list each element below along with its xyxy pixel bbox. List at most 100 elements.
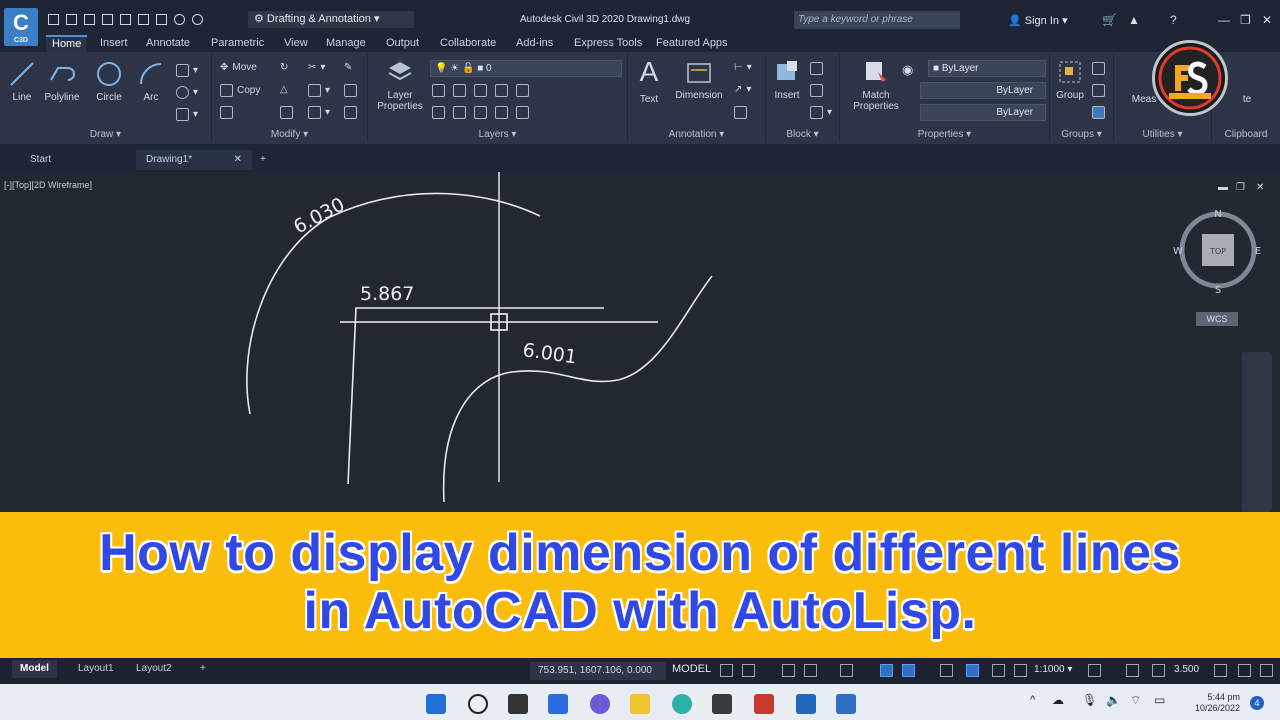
model-space-toggle[interactable]: MODEL bbox=[672, 663, 711, 675]
close-icon[interactable]: ✕ bbox=[1262, 13, 1272, 27]
rectangle-button[interactable]: ▾ bbox=[176, 64, 198, 77]
annotation-panel-title[interactable]: Annotation ▾ bbox=[628, 129, 765, 140]
drawing-canvas[interactable]: [-][Top][2D Wireframe] ▬ ❐ ✕ 6.030 5.867… bbox=[0, 172, 1280, 512]
properties-panel-title[interactable]: Properties ▾ bbox=[840, 129, 1049, 140]
layers-panel-title[interactable]: Layers ▾ bbox=[368, 129, 627, 140]
units-icon[interactable] bbox=[1152, 664, 1165, 677]
polar-tracking-icon[interactable] bbox=[804, 664, 817, 677]
annotation-visibility-icon[interactable] bbox=[992, 664, 1005, 677]
plus-icon[interactable] bbox=[1126, 664, 1139, 677]
save-icon[interactable] bbox=[84, 13, 95, 25]
hatch-button[interactable]: ▾ bbox=[176, 108, 198, 121]
layout-tab-layout1[interactable]: Layout1 bbox=[70, 660, 122, 678]
save-as-icon[interactable] bbox=[102, 13, 113, 25]
offset-button[interactable] bbox=[344, 106, 357, 119]
selection-cycling-icon[interactable] bbox=[966, 664, 979, 677]
utilities-panel-title[interactable]: Utilities ▾ bbox=[1114, 129, 1211, 140]
layer-tool-icon[interactable] bbox=[474, 84, 487, 97]
store-icon[interactable] bbox=[712, 694, 732, 714]
clean-screen-icon[interactable] bbox=[1238, 664, 1251, 677]
object-snap-tracking-icon[interactable] bbox=[880, 664, 893, 677]
tab-output[interactable]: Output bbox=[380, 35, 425, 52]
add-layout-button[interactable]: + bbox=[192, 660, 214, 678]
layer-properties-button[interactable]: Layer Properties bbox=[374, 58, 426, 112]
circle-button[interactable]: Circle bbox=[92, 60, 126, 103]
widgets-icon[interactable] bbox=[548, 694, 568, 714]
edit-block-button[interactable] bbox=[810, 84, 823, 97]
plot-icon[interactable] bbox=[138, 13, 149, 25]
trim-button[interactable]: ✂ ▾ bbox=[308, 62, 325, 73]
tab-annotate[interactable]: Annotate bbox=[140, 35, 196, 52]
close-tab-icon[interactable]: ✕ bbox=[234, 150, 242, 170]
copy-button[interactable]: Copy bbox=[220, 84, 260, 97]
array-button[interactable]: ▾ bbox=[308, 106, 330, 119]
tab-drawing1[interactable]: Drawing1* ✕ bbox=[136, 150, 252, 170]
ortho-icon[interactable] bbox=[782, 664, 795, 677]
move-button[interactable]: ✥ Move bbox=[220, 62, 257, 73]
autodesk-a360-icon[interactable]: ▲ bbox=[1128, 13, 1140, 27]
attribute-button[interactable]: ▾ bbox=[810, 106, 832, 119]
new-tab-button[interactable]: + bbox=[256, 150, 276, 170]
undo-icon[interactable] bbox=[174, 13, 185, 25]
tab-start[interactable]: Start bbox=[20, 150, 130, 170]
grid-icon[interactable] bbox=[720, 664, 733, 677]
lineweight-toggle-icon[interactable] bbox=[940, 664, 953, 677]
tab-home[interactable]: Home bbox=[46, 35, 88, 52]
customization-icon[interactable] bbox=[1260, 664, 1273, 677]
layer-tool-icon[interactable] bbox=[453, 106, 466, 119]
groups-panel-title[interactable]: Groups ▾ bbox=[1050, 129, 1113, 140]
match-properties-button[interactable]: Match Properties bbox=[848, 58, 904, 112]
print-icon[interactable] bbox=[156, 13, 167, 25]
group-button[interactable]: Group bbox=[1052, 58, 1088, 101]
layer-tool-icon[interactable] bbox=[495, 106, 508, 119]
workspace-selector[interactable]: ⚙ Drafting & Annotation ▾ bbox=[248, 11, 414, 28]
table-button[interactable] bbox=[734, 106, 747, 119]
help-icon[interactable]: ? bbox=[1170, 13, 1177, 27]
rotate-button[interactable]: ↻ bbox=[280, 62, 288, 73]
lineweight-dropdown[interactable]: ByLayer bbox=[920, 104, 1046, 121]
create-block-button[interactable] bbox=[810, 62, 823, 75]
taskbar-clock[interactable]: 5:44 pm 10/26/2022 bbox=[1184, 692, 1240, 714]
paste-button[interactable]: te bbox=[1232, 94, 1262, 105]
navigation-bar[interactable] bbox=[1242, 352, 1272, 512]
color-dropdown[interactable]: ■ ByLayer bbox=[928, 60, 1046, 77]
spline-entity[interactable] bbox=[442, 275, 713, 503]
edge-browser-icon[interactable] bbox=[672, 694, 692, 714]
tab-view[interactable]: View bbox=[278, 35, 314, 52]
open-icon[interactable] bbox=[66, 13, 77, 25]
isolate-objects-icon[interactable] bbox=[1214, 664, 1227, 677]
microphone-icon[interactable]: 🎙 bbox=[1082, 693, 1097, 707]
tab-express-tools[interactable]: Express Tools bbox=[568, 35, 648, 52]
group-select-button[interactable] bbox=[1092, 106, 1105, 119]
linear-dim-button[interactable]: ⊢ ▾ bbox=[734, 62, 752, 73]
explode-button[interactable] bbox=[344, 84, 357, 97]
isodraft-icon[interactable] bbox=[840, 664, 853, 677]
fillet-button[interactable]: ▾ bbox=[308, 84, 330, 97]
cart-icon[interactable]: 🛒 bbox=[1102, 13, 1117, 27]
auto-scale-icon[interactable] bbox=[1014, 664, 1027, 677]
mirror-button[interactable]: △ bbox=[280, 84, 288, 95]
volume-icon[interactable]: 🔈 bbox=[1106, 693, 1121, 707]
layer-tool-icon[interactable] bbox=[495, 84, 508, 97]
draw-panel-title[interactable]: Draw ▾ bbox=[0, 129, 211, 140]
polyline-button[interactable]: Polyline bbox=[40, 60, 84, 103]
notes-app-icon[interactable] bbox=[836, 694, 856, 714]
task-view-icon[interactable] bbox=[508, 694, 528, 714]
tab-parametric[interactable]: Parametric bbox=[205, 35, 270, 52]
modify-panel-title[interactable]: Modify ▾ bbox=[212, 129, 367, 140]
layer-tool-icon[interactable] bbox=[432, 106, 445, 119]
viewcube[interactable]: TOP N S E W bbox=[1172, 204, 1264, 296]
group-edit-button[interactable] bbox=[1092, 84, 1105, 97]
media-app-icon[interactable] bbox=[754, 694, 774, 714]
layer-tool-icon[interactable] bbox=[474, 106, 487, 119]
layer-dropdown[interactable]: 💡 ☀ 🔓 ■ 0 bbox=[430, 60, 622, 77]
block-panel-title[interactable]: Block ▾ bbox=[766, 129, 839, 140]
workspace-switch-icon[interactable] bbox=[1088, 664, 1101, 677]
object-snap-icon[interactable] bbox=[902, 664, 915, 677]
text-button[interactable]: A Text bbox=[634, 58, 664, 106]
layout-tab-model[interactable]: Model bbox=[12, 660, 57, 678]
linetype-dropdown[interactable]: ByLayer bbox=[920, 82, 1046, 99]
ungroup-button[interactable] bbox=[1092, 62, 1105, 75]
windows-start-icon[interactable] bbox=[426, 694, 446, 714]
leader-button[interactable]: ↗ ▾ bbox=[734, 84, 751, 95]
